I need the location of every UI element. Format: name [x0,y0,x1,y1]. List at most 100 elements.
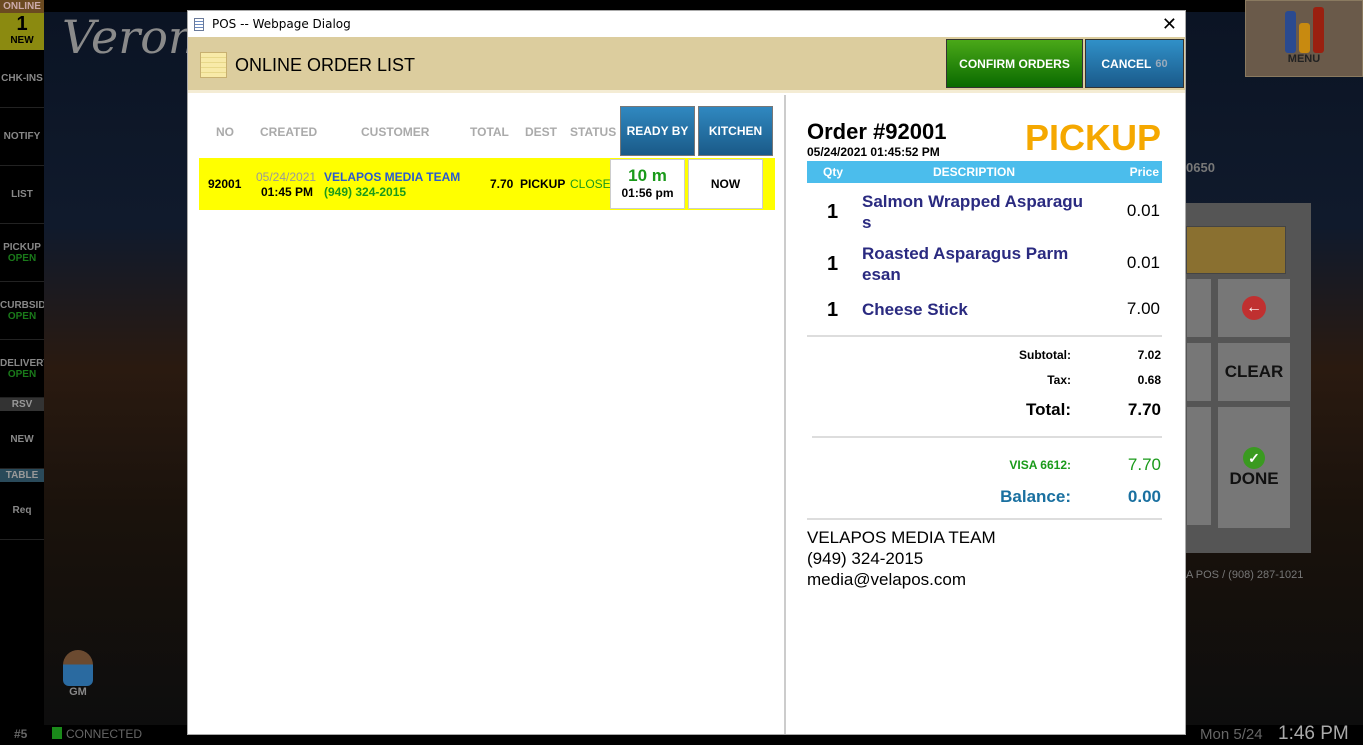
item-qty: 1 [827,201,839,223]
sidebar-item-pickup[interactable]: PICKUP OPEN [0,224,44,282]
subtotal-label: Subtotal: [1019,348,1071,362]
new-label: NEW [10,35,34,46]
sidebar-item-label: Req [12,505,32,516]
column-header-customer: CUSTOMER [361,125,430,139]
item-description: Cheese Stick [862,300,968,319]
keypad-key[interactable] [1186,278,1212,338]
dialog-title: POS -- Webpage Dialog [212,17,351,31]
menu-icon [1246,1,1362,53]
order-dest: PICKUP [520,177,566,191]
order-no: 92001 [208,177,242,191]
sidebar-item-label: PICKUP [3,241,41,253]
keypad-key[interactable] [1186,406,1212,526]
cancel-button[interactable]: CANCEL 60 [1085,39,1184,88]
ready-at: 01:56 pm [621,186,674,200]
station-number: #5 [14,727,28,741]
payment-value: 7.70 [1127,455,1161,474]
divider [812,436,1162,438]
sidebar-header: ONLINE [0,0,44,13]
online-order-dialog: POS -- Webpage Dialog ✕ ONLINE ORDER LIS… [187,10,1186,735]
sidebar-item-curbside[interactable]: CURBSIDEOPEN [0,282,44,340]
total-label: Total: [1025,400,1071,419]
notepad-icon [200,52,227,78]
qty-header: Qty [823,165,844,179]
customer-phone: (949) 324-2015 [807,549,924,568]
ready-by-label: READY BY [626,124,689,138]
order-list-panel: NO CREATED CUSTOMER TOTAL DEST STATUS RE… [189,95,786,734]
sidebar-new-orders[interactable]: 1 NEW [0,13,44,50]
item-description: Roasted Asparagus Parmesan [862,244,1069,284]
balance-value: 0.00 [1127,487,1161,506]
user-label: GM [69,686,87,698]
page-title: ONLINE ORDER LIST [235,55,416,75]
sidebar-item-rsv-new[interactable]: NEW [0,411,44,469]
item-qty: 1 [827,253,839,275]
order-dest-badge: PICKUP [1024,117,1161,158]
user-button[interactable]: GM [58,650,98,698]
item-description: Salmon Wrapped Asparagus [862,192,1084,232]
order-row[interactable]: 92001 05/24/2021 01:45 PM VELAPOS MEDIA … [199,158,775,210]
done-label: DONE [1229,468,1279,488]
menu-button[interactable]: MENU [1245,0,1363,77]
kitchen-cell[interactable]: NOW [688,159,763,209]
background-phone: 0650 [1186,160,1215,175]
backspace-button[interactable]: ← [1217,278,1291,338]
items-header: Qty DESCRIPTION Price [807,161,1162,183]
subtotal-value: 7.02 [1137,348,1161,362]
keypad-display [1186,226,1286,274]
cancel-label: CANCEL [1101,56,1152,71]
close-icon[interactable]: ✕ [1162,14,1177,35]
kitchen-label: KITCHEN [708,124,763,138]
done-button[interactable]: ✓ DONE [1217,406,1291,529]
order-datetime: 05/24/2021 01:45:52 PM [807,145,940,159]
sidebar-item-table-req[interactable]: Req [0,482,44,540]
sidebar-item-status: OPEN [7,310,37,322]
cancel-countdown: 60 [1155,57,1168,70]
status-date: Mon 5/24 [1200,726,1263,743]
sidebar-item-label: NEW [10,434,34,445]
connection-status: CONNECTED [66,727,143,741]
sidebar-item-delivery[interactable]: DELIVERYOPEN [0,340,44,398]
keypad-key[interactable] [1186,342,1212,402]
item-price: 0.01 [1126,201,1160,220]
sidebar-item-chk-ins[interactable]: CHK-INS [0,50,44,108]
rsv-header: RSV [0,398,44,411]
column-header-total: TOTAL [470,125,509,139]
ready-in: 10 m [628,166,667,185]
dialog-header: ONLINE ORDER LIST CONFIRM ORDERS CANCEL 6… [188,37,1185,93]
kitchen-value: NOW [710,177,741,191]
item-price: 7.00 [1126,299,1160,318]
divider [807,518,1162,520]
tax-value: 0.68 [1137,373,1161,387]
sidebar-item-status: OPEN [7,368,37,380]
customer-info: VELAPOS MEDIA TEAM (949) 324-2015 media@… [807,527,996,590]
sidebar: ONLINE 1 NEW CHK-INS NOTIFY LIST PICKUP OP… [0,0,44,725]
divider [807,335,1162,337]
sidebar-item-status: OPEN [7,252,37,264]
column-header-no: NO [216,125,234,139]
order-time: 01:45 PM [261,185,314,199]
network-icon [52,727,62,739]
status-time: 1:46 PM [1278,723,1349,744]
order-number: Order #92001 [807,119,947,144]
column-header-dest: DEST [525,125,558,139]
menu-label: MENU [1287,53,1321,65]
balance-label: Balance: [1000,487,1071,506]
confirm-orders-button[interactable]: CONFIRM ORDERS [946,39,1083,88]
clear-button[interactable]: CLEAR [1217,342,1291,402]
background-footer: A POS / (908) 287-1021 [1186,569,1304,581]
total-value: 7.70 [1127,400,1161,419]
sidebar-item-notify[interactable]: NOTIFY [0,108,44,166]
price-header: Price [1129,165,1159,179]
kitchen-button[interactable]: KITCHEN [698,106,773,156]
sidebar-item-list[interactable]: LIST [0,166,44,224]
customer-email: media@velapos.com [807,570,966,589]
order-customer: VELAPOS MEDIA TEAM [324,170,461,184]
tax-label: Tax: [1047,373,1071,387]
sidebar-item-label: CHK-INS [1,73,43,84]
ready-by-button[interactable]: READY BY [620,106,695,156]
user-avatar-icon [63,650,93,686]
ready-by-cell[interactable]: 10 m 01:56 pm [610,159,685,209]
column-header-status: STATUS [570,125,617,139]
item-qty: 1 [827,299,839,321]
